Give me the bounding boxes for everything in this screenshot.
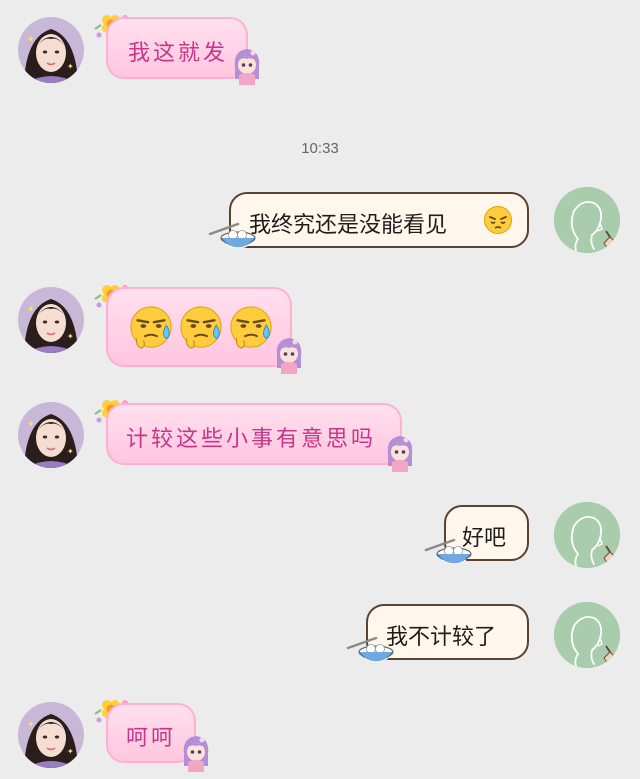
- message-text: 我这就发: [128, 41, 229, 66]
- rice-ball-bowl-icon: [208, 222, 256, 258]
- my-avatar[interactable]: [554, 187, 620, 253]
- contact-avatar[interactable]: [18, 702, 84, 768]
- message-bubble-sent[interactable]: 我终究还是没能看见: [229, 192, 529, 248]
- contact-avatar[interactable]: [18, 402, 84, 468]
- sweating-smirk-emoji-icon: [228, 304, 274, 350]
- my-avatar[interactable]: [554, 502, 620, 568]
- message-text: 我终究还是没能看见: [249, 213, 448, 238]
- message-text: 计较这些小事有意思吗: [126, 427, 377, 452]
- pensive-face-emoji-icon: [484, 206, 512, 234]
- chibi-sticker-icon: [273, 334, 305, 374]
- message-bubble-received[interactable]: 计较这些小事有意思吗: [106, 403, 402, 465]
- chibi-sticker-icon: [231, 45, 263, 85]
- sweating-smirk-emoji-icon: [178, 304, 224, 350]
- rice-ball-bowl-icon: [346, 636, 394, 672]
- my-avatar[interactable]: [554, 602, 620, 668]
- message-bubble-received[interactable]: [106, 287, 292, 367]
- contact-avatar[interactable]: [18, 17, 84, 83]
- chibi-sticker-icon: [180, 732, 212, 772]
- message-text: 呵呵: [126, 726, 177, 751]
- message-bubble-received[interactable]: 我这就发: [106, 17, 248, 79]
- sweating-smirk-emoji-icon: [128, 304, 174, 350]
- chibi-sticker-icon: [384, 432, 416, 472]
- message-timestamp: 10:33: [301, 140, 339, 157]
- message-text: 我不计较了: [386, 625, 497, 650]
- contact-avatar[interactable]: [18, 287, 84, 353]
- rice-ball-bowl-icon: [424, 538, 472, 574]
